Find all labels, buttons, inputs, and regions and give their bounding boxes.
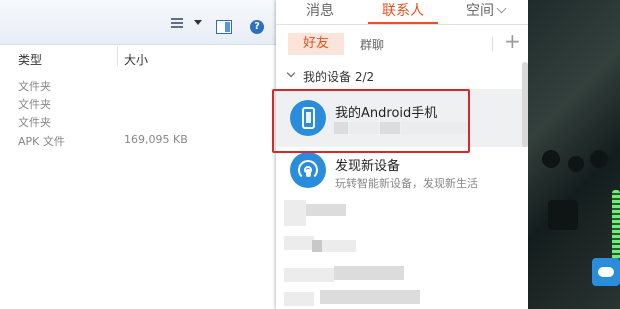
active-tab-indicator bbox=[368, 22, 438, 24]
preview-pane-icon[interactable] bbox=[216, 20, 232, 34]
device-description: 玩转智能新设备，发现新生活 bbox=[335, 177, 478, 190]
highlight-box bbox=[272, 89, 470, 153]
decorative-shape bbox=[548, 200, 578, 230]
add-contact-button[interactable]: + bbox=[504, 30, 521, 52]
file-row-type[interactable]: 文件夹 bbox=[18, 114, 51, 130]
discover-device-item[interactable] bbox=[290, 152, 326, 188]
redacted-text bbox=[284, 292, 314, 306]
explorer-toolbar: ? bbox=[0, 0, 276, 45]
tab-contacts[interactable]: 联系人 bbox=[382, 0, 424, 20]
change-view-button[interactable] bbox=[166, 15, 206, 31]
file-row-size: 169,095 KB bbox=[124, 133, 188, 146]
tab-messages[interactable]: 消息 bbox=[306, 0, 334, 20]
redacted-text bbox=[312, 240, 322, 252]
divider bbox=[492, 37, 493, 51]
desktop-background bbox=[528, 0, 620, 309]
subtab-friends[interactable]: 好友 bbox=[288, 33, 344, 55]
subtab-groups[interactable]: 群聊 bbox=[360, 36, 384, 53]
volume-meter bbox=[612, 190, 620, 260]
chevron-down-icon[interactable] bbox=[286, 68, 296, 78]
redacted-text bbox=[320, 290, 420, 304]
tab-space[interactable]: 空间 bbox=[466, 0, 494, 20]
decorative-shape bbox=[568, 156, 584, 172]
chevron-down-icon[interactable] bbox=[496, 3, 507, 14]
redacted-avatar bbox=[284, 200, 306, 226]
decorative-shape bbox=[590, 150, 608, 168]
view-list-icon bbox=[171, 18, 183, 28]
file-row-type[interactable]: APK 文件 bbox=[18, 133, 65, 149]
chevron-down-icon bbox=[194, 20, 202, 25]
qq-contacts-panel: 消息 联系人 空间 好友 群聊 + 我的设备 2/2 我的Android手机 发… bbox=[276, 0, 528, 309]
redacted-text bbox=[306, 204, 346, 216]
column-header-type[interactable]: 类型 bbox=[18, 51, 42, 68]
file-row-type[interactable]: 文件夹 bbox=[18, 78, 51, 94]
column-header-size[interactable]: 大小 bbox=[124, 51, 148, 68]
device-name[interactable]: 发现新设备 bbox=[335, 155, 400, 174]
file-explorer: ? 类型 大小 文件夹 文件夹 文件夹 APK 文件 169,095 KB bbox=[0, 0, 276, 309]
help-icon[interactable]: ? bbox=[250, 20, 264, 34]
redacted-text bbox=[322, 240, 356, 252]
device-group-header[interactable]: 我的设备 2/2 bbox=[303, 68, 374, 85]
redacted-text bbox=[284, 236, 314, 250]
column-divider[interactable] bbox=[117, 46, 118, 66]
cloud-icon[interactable] bbox=[592, 258, 620, 286]
main-tabs: 消息 联系人 空间 bbox=[276, 0, 528, 25]
redacted-text bbox=[284, 268, 334, 282]
file-row-type[interactable]: 文件夹 bbox=[18, 96, 51, 112]
decorative-shape bbox=[542, 150, 560, 168]
redacted-text bbox=[334, 266, 404, 280]
